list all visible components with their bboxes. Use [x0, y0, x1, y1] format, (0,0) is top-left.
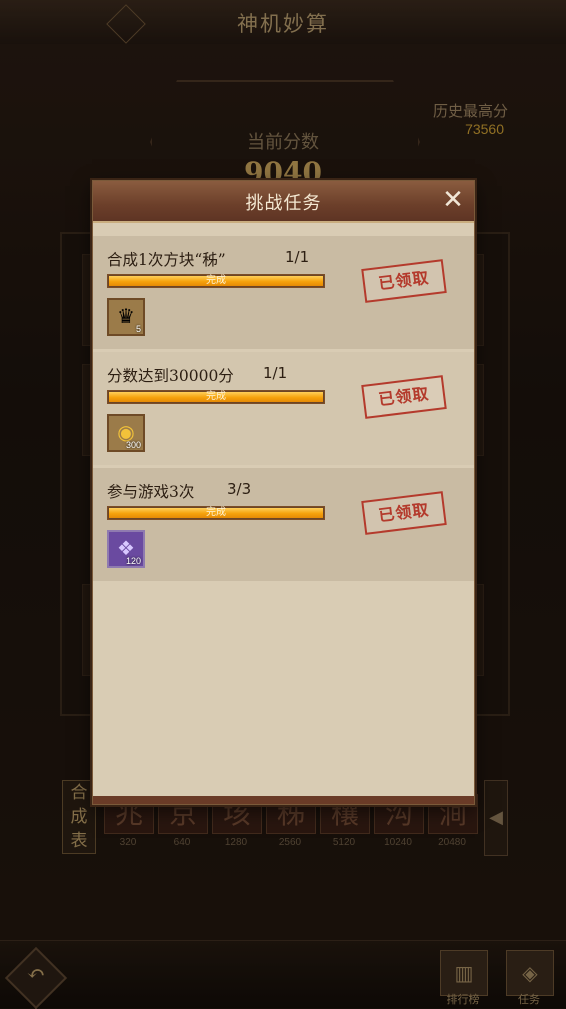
dialog-header: 挑战任务 ✕	[93, 181, 474, 223]
reward-item[interactable]: ◉ 300	[107, 414, 145, 452]
reward-count: 300	[125, 440, 141, 450]
reward-count: 5	[135, 324, 141, 334]
task-progress-label: 完成	[206, 391, 226, 402]
dialog-footer	[93, 796, 474, 804]
task-row: 合成1次方块“秭” 1/1 完成 ♛ 5 已领取	[93, 236, 474, 349]
reward-item[interactable]: ❖ 120	[107, 530, 145, 568]
claimed-stamp: 已领取	[361, 259, 447, 303]
close-button[interactable]: ✕	[438, 185, 468, 215]
task-progress-text: 1/1	[263, 364, 288, 382]
claimed-stamp: 已领取	[361, 491, 447, 535]
task-title: 参与游戏3次	[107, 483, 195, 501]
task-progress-label: 完成	[206, 507, 226, 518]
close-icon: ✕	[442, 185, 464, 215]
dialog-title: 挑战任务	[245, 193, 322, 214]
task-progress-bar: 完成	[107, 506, 325, 520]
task-progress-text: 1/1	[285, 248, 310, 266]
task-progress-bar: 完成	[107, 390, 325, 404]
task-title: 合成1次方块“秭”	[107, 251, 226, 269]
task-row: 分数达到30000分 1/1 完成 ◉ 300 已领取	[93, 352, 474, 465]
task-progress-bar: 完成	[107, 274, 325, 288]
challenge-task-dialog: 挑战任务 ✕ 合成1次方块“秭” 1/1 完成 ♛ 5 已领取 分数达到3000…	[92, 180, 475, 805]
task-row: 参与游戏3次 3/3 完成 ❖ 120 已领取	[93, 468, 474, 581]
reward-count: 120	[125, 556, 141, 566]
task-title: 分数达到30000分	[107, 367, 234, 385]
task-progress-text: 3/3	[227, 480, 252, 498]
claimed-stamp: 已领取	[361, 375, 447, 419]
reward-item[interactable]: ♛ 5	[107, 298, 145, 336]
task-progress-label: 完成	[206, 275, 226, 286]
